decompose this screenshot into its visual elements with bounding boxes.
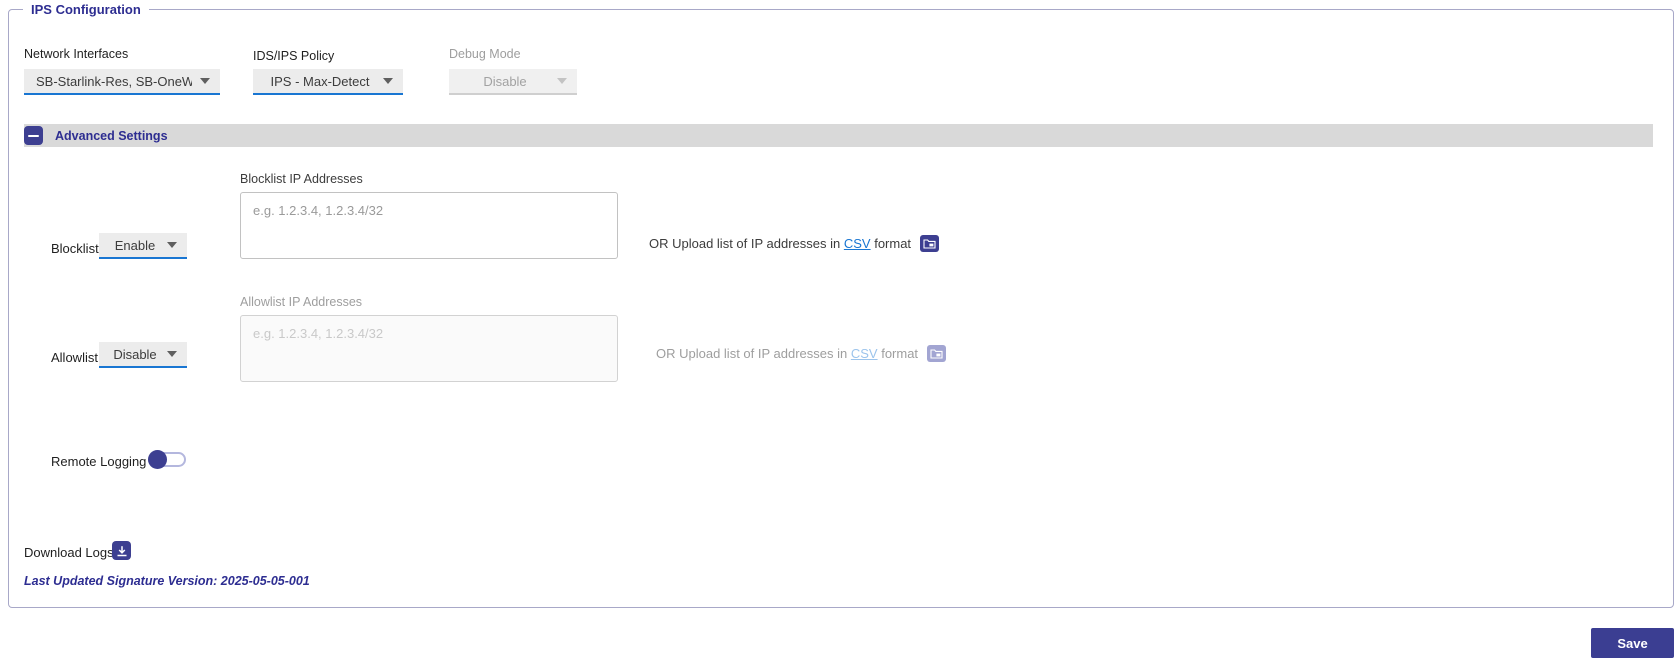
- blocklist-label: Blocklist: [51, 241, 99, 256]
- ids-ips-policy-dropdown[interactable]: IPS - Max-Detect: [253, 69, 403, 95]
- folder-upload-icon: [930, 349, 943, 359]
- ids-ips-policy-value: IPS - Max-Detect: [270, 73, 370, 89]
- minus-icon: [28, 134, 39, 137]
- network-interfaces-dropdown[interactable]: SB-Starlink-Res, SB-OneWebb: [24, 69, 220, 95]
- network-interfaces-label: Network Interfaces: [24, 47, 129, 61]
- toggle-knob: [148, 450, 167, 469]
- allowlist-ip-addresses-label: Allowlist IP Addresses: [240, 295, 363, 309]
- debug-mode-dropdown: Disable: [449, 69, 577, 95]
- blocklist-ip-addresses-label: Blocklist IP Addresses: [240, 172, 363, 186]
- allowlist-csv-upload-line: OR Upload list of IP addresses in CSV fo…: [656, 345, 947, 362]
- blocklist-upload-text-suffix: format: [870, 236, 912, 251]
- collapse-minus-button[interactable]: [24, 126, 43, 145]
- blocklist-state-value: Enable: [114, 237, 156, 253]
- allowlist-label: Allowlist: [51, 350, 98, 365]
- blocklist-upload-text: OR Upload list of IP addresses in: [649, 236, 844, 251]
- advanced-settings-bar: Advanced Settings: [24, 124, 1653, 147]
- remote-logging-label: Remote Logging: [51, 454, 147, 469]
- remote-logging-toggle[interactable]: [148, 450, 186, 469]
- blocklist-ip-addresses-input[interactable]: [240, 192, 618, 259]
- chevron-down-icon: [200, 78, 210, 84]
- chevron-down-icon: [167, 242, 177, 248]
- network-interfaces-value: SB-Starlink-Res, SB-OneWebb: [36, 73, 192, 89]
- save-button[interactable]: Save: [1591, 628, 1674, 658]
- allowlist-upload-text-suffix: format: [877, 346, 919, 361]
- chevron-down-icon: [167, 351, 177, 357]
- chevron-down-icon: [557, 78, 567, 84]
- allowlist-state-value: Disable: [113, 346, 157, 362]
- chevron-down-icon: [383, 78, 393, 84]
- ids-ips-policy-label: IDS/IPS Policy: [253, 49, 335, 63]
- download-logs-button[interactable]: [112, 541, 131, 560]
- ips-configuration-page: IPS Configuration Network Interfaces SB-…: [0, 0, 1678, 660]
- blocklist-state-dropdown[interactable]: Enable: [99, 233, 187, 259]
- debug-mode-label: Debug Mode: [449, 47, 521, 61]
- download-icon: [117, 545, 126, 556]
- allowlist-ip-addresses-input: [240, 315, 618, 382]
- ips-configuration-panel: IPS Configuration Network Interfaces SB-…: [8, 2, 1674, 608]
- allowlist-upload-button: [927, 345, 947, 362]
- download-logs-label: Download Logs: [24, 545, 114, 560]
- blocklist-upload-button[interactable]: [920, 235, 940, 252]
- blocklist-csv-link[interactable]: CSV: [844, 236, 871, 251]
- blocklist-csv-upload-line: OR Upload list of IP addresses in CSV fo…: [649, 235, 940, 252]
- allowlist-state-dropdown[interactable]: Disable: [99, 342, 187, 368]
- debug-mode-value: Disable: [483, 73, 527, 89]
- panel-legend: IPS Configuration: [31, 2, 141, 17]
- folder-upload-icon: [923, 239, 936, 249]
- signature-version-text: Last Updated Signature Version: 2025-05-…: [24, 574, 310, 588]
- allowlist-upload-text: OR Upload list of IP addresses in: [656, 346, 851, 361]
- allowlist-csv-link: CSV: [850, 346, 878, 361]
- advanced-settings-title: Advanced Settings: [55, 128, 168, 143]
